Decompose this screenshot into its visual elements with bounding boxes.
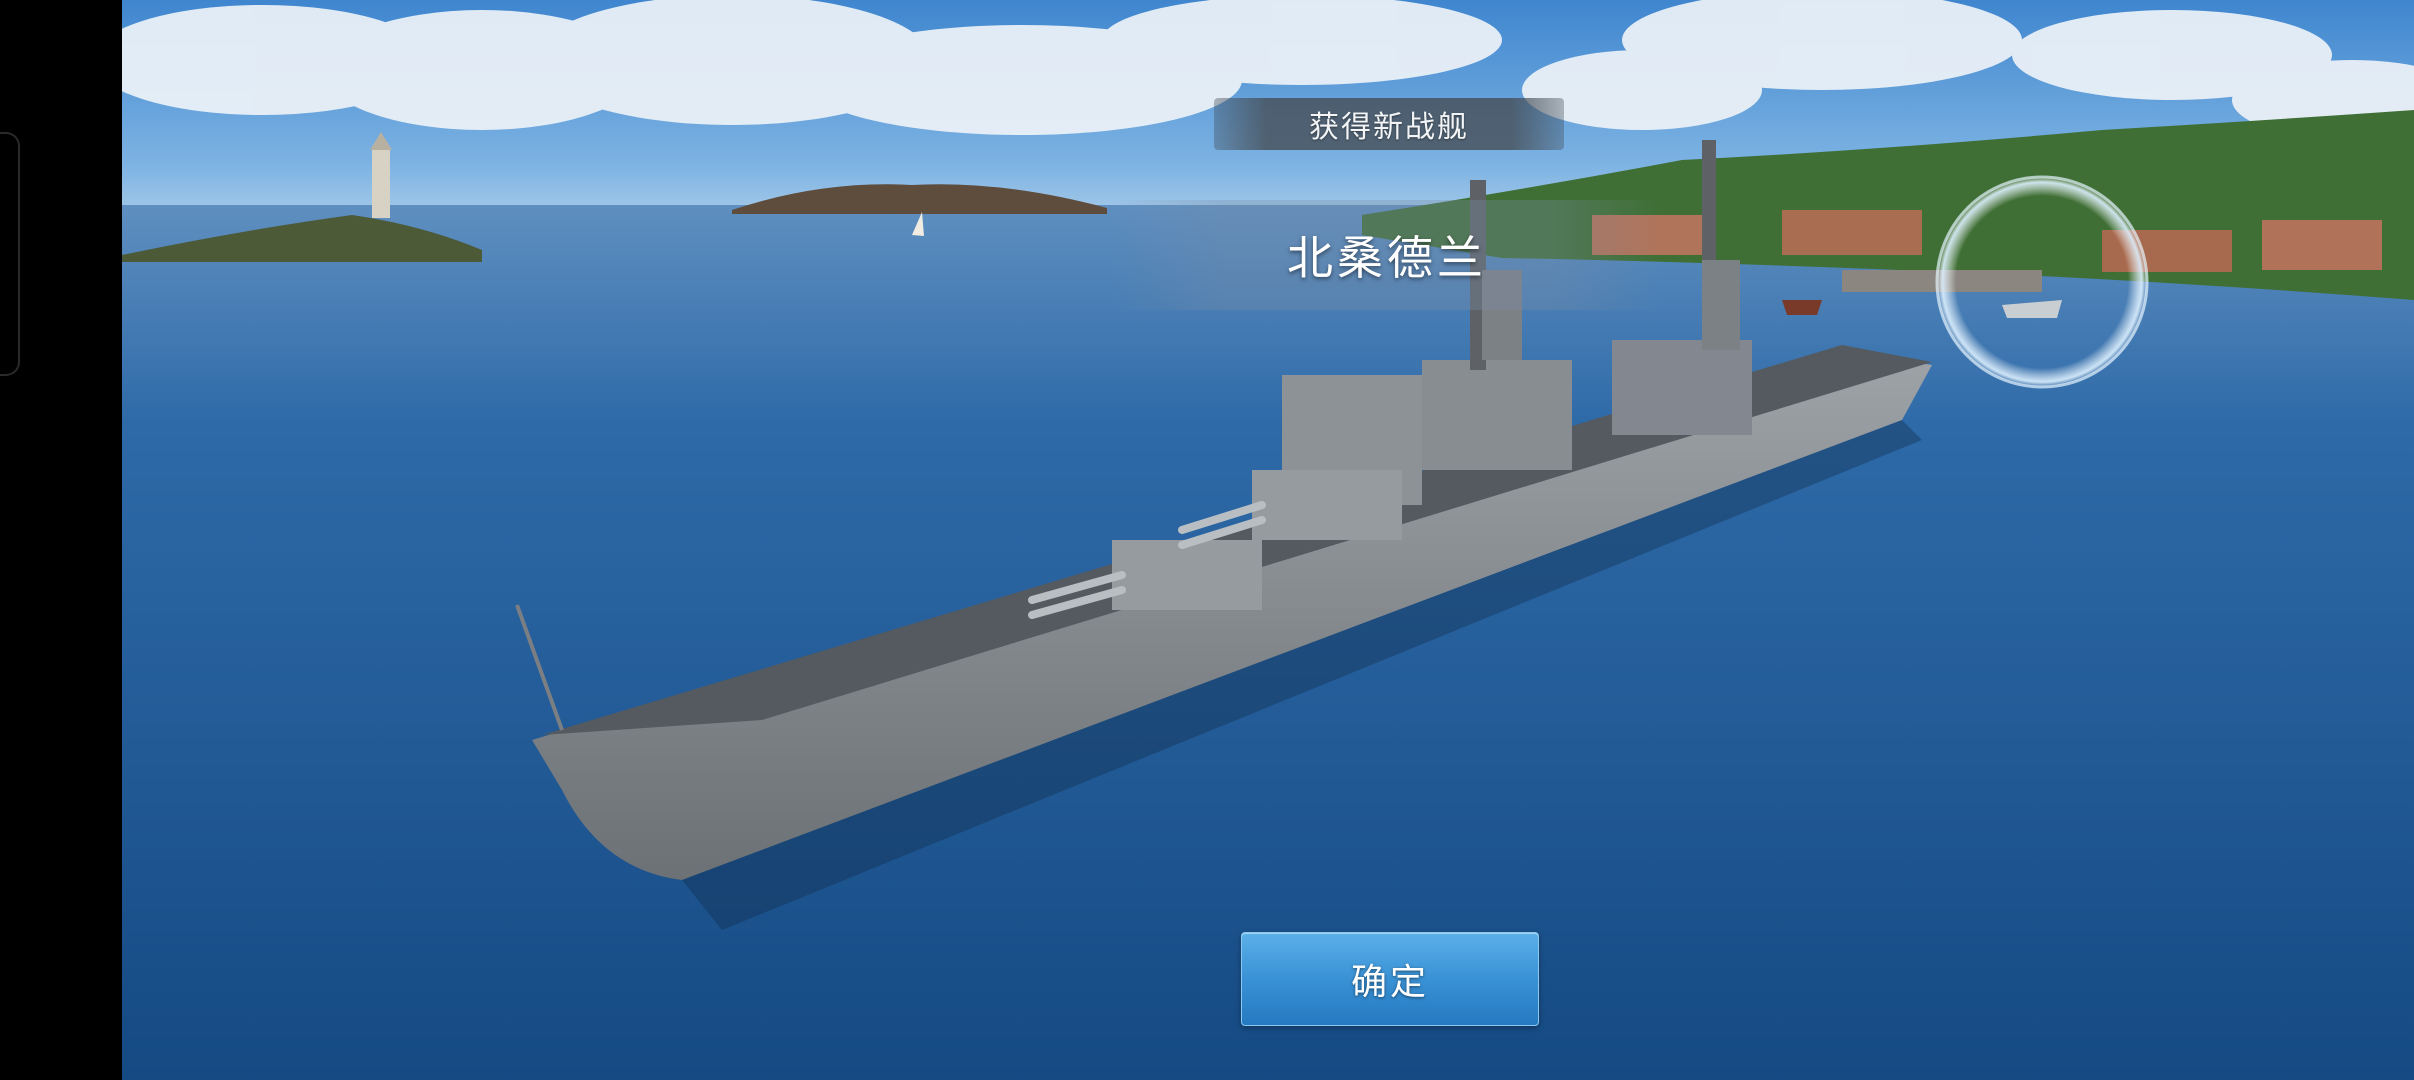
- confirm-button[interactable]: 确定: [1241, 932, 1539, 1026]
- screen-edge-handle: [0, 132, 20, 376]
- reward-title-banner: 获得新战舰: [1214, 98, 1564, 150]
- ship-name: 北桑德兰: [1287, 231, 1487, 285]
- ship-name-panel: 北桑德兰: [1112, 200, 1662, 310]
- reward-title: 获得新战舰: [1309, 110, 1469, 145]
- confirm-button-label: 确定: [1350, 962, 1429, 1003]
- game-viewport: 获得新战舰 北桑德兰 确定: [122, 0, 2414, 1080]
- harbor-scene: [122, 0, 2414, 1080]
